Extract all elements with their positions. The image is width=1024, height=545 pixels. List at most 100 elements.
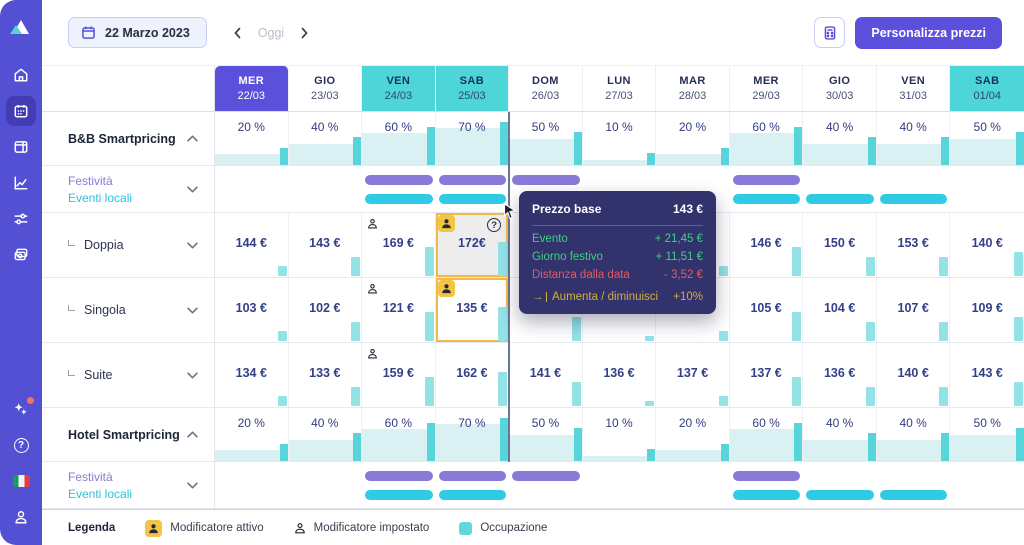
price-cell[interactable]: 141 €: [509, 343, 583, 407]
price-cell[interactable]: 103 €: [215, 278, 289, 342]
price-cell[interactable]: 140 €: [950, 213, 1024, 277]
next-day-button[interactable]: [298, 25, 311, 41]
price-cell[interactable]: 146 €: [730, 213, 804, 277]
occupancy-row: B&B Smartpricing 20 % 40 % 60 % 70 % 50 % 10 %…: [42, 112, 1024, 166]
day-header-31-03[interactable]: VEN 31/03: [877, 66, 951, 111]
festivita-bar[interactable]: [732, 471, 801, 481]
today-button[interactable]: Oggi: [258, 26, 284, 40]
eventi-bar[interactable]: [438, 194, 507, 204]
day-header-23-03[interactable]: GIO 23/03: [289, 66, 363, 111]
day-header-29-03[interactable]: MER 29/03: [730, 66, 804, 111]
price-cell[interactable]: 140 €: [877, 343, 951, 407]
day-header-01-04[interactable]: SAB 01/04: [950, 66, 1024, 111]
expand-toggle[interactable]: [187, 481, 198, 489]
festivita-bar[interactable]: [512, 471, 580, 481]
day-header-30-03[interactable]: GIO 30/03: [803, 66, 877, 111]
day-name: MAR: [679, 75, 706, 87]
collapse-toggle[interactable]: [187, 135, 198, 142]
modifier-header[interactable]: Festività Eventi locali: [42, 166, 215, 212]
customize-prices-button[interactable]: Personalizza prezzi: [855, 16, 1002, 49]
expand-toggle[interactable]: [187, 306, 198, 314]
occupancy-fill: [288, 143, 362, 165]
day-header-24-03[interactable]: VEN 24/03: [362, 66, 436, 111]
price-cell[interactable]: 107 €: [877, 278, 951, 342]
section-header[interactable]: B&B Smartpricing: [42, 112, 215, 165]
price-cell[interactable]: 109 €: [950, 278, 1024, 342]
sidebar-item-language[interactable]: [6, 466, 36, 496]
eventi-bar[interactable]: [879, 490, 948, 500]
eventi-bar[interactable]: [879, 194, 948, 204]
price-cell[interactable]: 104 €: [803, 278, 877, 342]
price-cell[interactable]: 150 €: [803, 213, 877, 277]
section-header[interactable]: Hotel Smartpricing: [42, 408, 215, 461]
occupancy-cell: 40 %: [876, 112, 951, 165]
festivita-bar[interactable]: [732, 175, 801, 185]
eventi-bar[interactable]: [806, 490, 874, 500]
sidebar-item-home[interactable]: [6, 60, 36, 90]
room-header[interactable]: Singola: [42, 278, 215, 342]
room-header[interactable]: Suite: [42, 343, 215, 407]
price-cell[interactable]: 159 €: [362, 343, 436, 407]
question-icon[interactable]: ?: [487, 218, 502, 232]
day-header-27-03[interactable]: LUN 27/03: [583, 66, 657, 111]
price-cell[interactable]: 143 €: [289, 213, 363, 277]
modifier-header[interactable]: Festività Eventi locali: [42, 462, 215, 508]
occupancy-fill: [729, 429, 803, 461]
sidebar-item-whats-new[interactable]: [6, 394, 36, 424]
calculator-button[interactable]: [814, 17, 846, 48]
sidebar-item-layout[interactable]: [6, 132, 36, 162]
day-header-22-03[interactable]: MER 22/03: [215, 66, 289, 111]
room-header[interactable]: Doppia: [42, 213, 215, 277]
eventi-bar[interactable]: [438, 490, 507, 500]
price-cell[interactable]: 135 €: [436, 278, 510, 342]
sidebar-item-settings[interactable]: [6, 204, 36, 234]
occupancy-percent: 70 %: [458, 120, 486, 134]
expand-toggle[interactable]: [187, 185, 198, 193]
price-cell[interactable]: 137 €: [730, 343, 804, 407]
prev-day-button[interactable]: [231, 25, 244, 41]
price-cell[interactable]: 136 €: [583, 343, 657, 407]
sidebar-item-profile[interactable]: [6, 502, 36, 532]
festivita-bar[interactable]: [438, 471, 507, 481]
eventi-bar[interactable]: [365, 194, 433, 204]
sidebar-item-media[interactable]: [6, 240, 36, 270]
price-cell[interactable]: 121 €: [362, 278, 436, 342]
occupancy-percent: 20 %: [678, 416, 707, 430]
sidebar-item-calendar[interactable]: [6, 96, 36, 126]
price-cell[interactable]: 144 €: [215, 213, 289, 277]
price-cell[interactable]: 136 €: [803, 343, 877, 407]
price-cell[interactable]: ? 172€: [435, 213, 510, 277]
expand-toggle[interactable]: [187, 241, 198, 249]
sidebar-item-analytics[interactable]: [6, 168, 36, 198]
price-cell[interactable]: 143 €: [950, 343, 1024, 407]
price-cell[interactable]: 153 €: [877, 213, 951, 277]
date-picker[interactable]: 22 Marzo 2023: [68, 17, 207, 48]
day-header-26-03[interactable]: DOM 26/03: [509, 66, 583, 111]
sidebar-item-help[interactable]: ?: [6, 430, 36, 460]
price-cell[interactable]: 162 €: [436, 343, 510, 407]
eventi-bar[interactable]: [732, 490, 801, 500]
expand-toggle[interactable]: [187, 371, 198, 379]
eventi-bar[interactable]: [732, 194, 801, 204]
price-cell[interactable]: 133 €: [289, 343, 363, 407]
eventi-bar[interactable]: [806, 194, 874, 204]
occupancy-fill: [876, 439, 950, 461]
festivita-bar[interactable]: [512, 175, 580, 185]
day-header-25-03[interactable]: SAB 25/03: [435, 66, 510, 111]
price-cell[interactable]: 134 €: [215, 343, 289, 407]
chevron-down-icon: [187, 185, 198, 193]
festivita-bar[interactable]: [438, 175, 507, 185]
price-cell[interactable]: 137 €: [656, 343, 730, 407]
price-cell[interactable]: 105 €: [730, 278, 804, 342]
festivita-bar[interactable]: [365, 175, 433, 185]
occupancy-mini-bar: [939, 386, 949, 406]
price-cell[interactable]: 169 €: [362, 213, 436, 277]
occupancy-mini-bar: [718, 266, 728, 276]
day-date: 23/03: [311, 90, 339, 102]
festivita-bar[interactable]: [365, 471, 433, 481]
eventi-bar[interactable]: [365, 490, 433, 500]
price-cell[interactable]: 102 €: [289, 278, 363, 342]
modifier-cell: [362, 166, 436, 212]
day-header-28-03[interactable]: MAR 28/03: [656, 66, 730, 111]
collapse-toggle[interactable]: [187, 431, 198, 438]
